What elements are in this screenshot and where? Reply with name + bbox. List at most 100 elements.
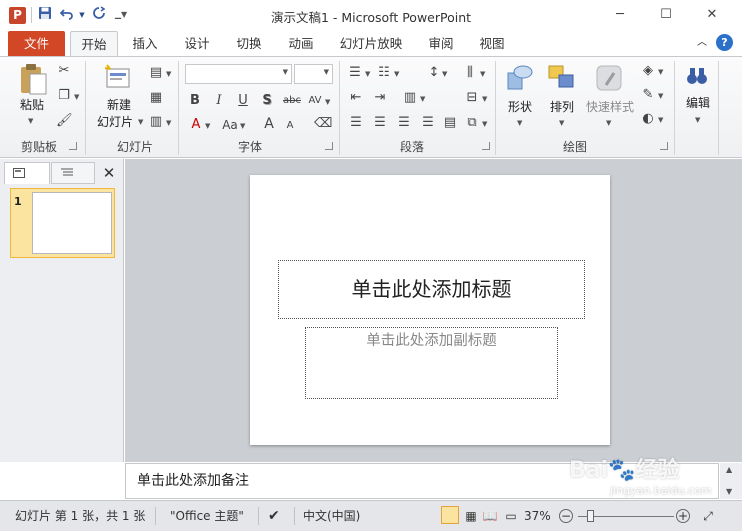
text-shadow-button[interactable]: S: [260, 93, 274, 109]
help-icon[interactable]: ?: [716, 34, 733, 51]
zoom-slider-handle[interactable]: [587, 510, 594, 522]
editing-button[interactable]: 编辑: [678, 96, 718, 111]
bullets-dropdown-icon[interactable]: ▼: [365, 70, 370, 78]
line-spacing-icon[interactable]: ↕: [426, 65, 442, 81]
line-spacing-dropdown-icon[interactable]: ▼: [442, 70, 447, 78]
reading-view-icon[interactable]: 📖: [482, 506, 498, 526]
close-button[interactable]: ✕: [689, 0, 735, 30]
scroll-up-icon[interactable]: ▲: [726, 465, 732, 474]
font-color-button[interactable]: A: [189, 117, 203, 133]
arrange-button[interactable]: 排列: [542, 100, 582, 115]
section-dropdown-icon[interactable]: ▼: [166, 119, 171, 127]
shape-fill-icon[interactable]: ◈: [640, 63, 656, 79]
quick-styles-dropdown-icon[interactable]: ▼: [606, 119, 611, 127]
columns-dropdown-icon[interactable]: ▼: [420, 95, 425, 103]
new-slide-label-1[interactable]: 新建: [97, 98, 141, 113]
minimize-button[interactable]: ─: [597, 0, 643, 30]
align-text-icon[interactable]: ⊟: [464, 90, 480, 106]
numbering-dropdown-icon[interactable]: ▼: [394, 70, 399, 78]
shape-outline-dropdown-icon[interactable]: ▼: [658, 92, 663, 100]
arrange-icon[interactable]: [547, 63, 577, 95]
zoom-level[interactable]: 37%: [524, 506, 551, 526]
align-left-icon[interactable]: ☰: [348, 115, 364, 131]
paragraph-launcher-icon[interactable]: [482, 142, 490, 150]
paste-dropdown-icon[interactable]: ▼: [28, 117, 33, 125]
section-icon[interactable]: ▥: [148, 114, 164, 130]
character-spacing-button[interactable]: AV: [306, 93, 324, 109]
close-pane-icon[interactable]: ✕: [96, 162, 122, 184]
layout-icon[interactable]: ▤: [148, 65, 164, 81]
tab-home[interactable]: 开始: [70, 31, 118, 56]
subtitle-placeholder[interactable]: 单击此处添加副标题: [305, 327, 558, 399]
paste-button[interactable]: 粘贴: [12, 98, 52, 113]
shape-effects-dropdown-icon[interactable]: ▼: [658, 116, 663, 124]
font-launcher-icon[interactable]: [325, 142, 333, 150]
vertical-scrollbar[interactable]: ▲ ▼: [720, 463, 742, 499]
decrease-indent-icon[interactable]: ⇤: [348, 90, 364, 106]
font-color-dropdown-icon[interactable]: ▼: [205, 122, 210, 130]
fit-to-window-icon[interactable]: ⤢: [700, 506, 716, 526]
paste-icon[interactable]: [18, 62, 48, 96]
clipboard-launcher-icon[interactable]: [69, 142, 77, 150]
text-direction-icon[interactable]: ⫼: [462, 65, 478, 81]
quick-styles-icon[interactable]: [594, 63, 624, 95]
italic-button[interactable]: I: [212, 93, 226, 109]
format-painter-icon[interactable]: 🖌: [56, 113, 73, 129]
smartart-dropdown-icon[interactable]: ▼: [482, 120, 487, 128]
new-slide-label-2[interactable]: 幻灯片: [92, 115, 138, 130]
font-size-select[interactable]: ▼: [294, 64, 333, 84]
zoom-in-icon[interactable]: +: [676, 509, 690, 523]
font-name-select[interactable]: ▼: [185, 64, 292, 84]
increase-indent-icon[interactable]: ⇥: [372, 90, 388, 106]
smartart-icon[interactable]: ⧉: [464, 115, 480, 131]
quick-styles-button[interactable]: 快速样式: [580, 100, 640, 115]
copy-icon[interactable]: ❐: [56, 88, 72, 104]
tab-design[interactable]: 设计: [173, 31, 221, 56]
title-placeholder[interactable]: 单击此处添加标题: [278, 260, 585, 319]
scroll-down-icon[interactable]: ▼: [726, 487, 732, 496]
tab-animations[interactable]: 动画: [278, 31, 324, 56]
shrink-font-button[interactable]: A: [284, 118, 296, 134]
binoculars-icon[interactable]: [686, 65, 708, 87]
align-right-icon[interactable]: ☰: [396, 115, 412, 131]
shapes-dropdown-icon[interactable]: ▼: [517, 119, 522, 127]
tab-slides-view[interactable]: [4, 162, 50, 184]
strikethrough-button[interactable]: abc: [282, 93, 302, 109]
grow-font-button[interactable]: A: [262, 116, 276, 132]
text-direction-dropdown-icon[interactable]: ▼: [480, 70, 485, 78]
tab-slideshow[interactable]: 幻灯片放映: [333, 31, 409, 56]
tab-insert[interactable]: 插入: [122, 31, 168, 56]
layout-dropdown-icon[interactable]: ▼: [166, 70, 171, 78]
case-dropdown-icon[interactable]: ▼: [240, 122, 245, 130]
align-text-dropdown-icon[interactable]: ▼: [482, 95, 487, 103]
bullets-icon[interactable]: ☰: [347, 65, 363, 81]
tab-transitions[interactable]: 切换: [226, 31, 272, 56]
new-slide-icon[interactable]: [103, 63, 133, 93]
bold-button[interactable]: B: [188, 93, 202, 109]
numbering-icon[interactable]: ☷: [376, 65, 392, 81]
shape-effects-icon[interactable]: ◐: [640, 111, 656, 127]
font-name-dropdown-icon[interactable]: ▼: [283, 68, 288, 76]
shape-outline-icon[interactable]: ✎: [640, 87, 656, 103]
slide-thumbnail[interactable]: [32, 192, 112, 254]
zoom-out-icon[interactable]: −: [559, 509, 573, 523]
tab-outline-view[interactable]: [51, 162, 95, 184]
copy-dropdown-icon[interactable]: ▼: [74, 93, 79, 101]
distributed-icon[interactable]: ▤: [442, 115, 458, 131]
normal-view-icon[interactable]: [441, 506, 459, 524]
tab-view[interactable]: 视图: [469, 31, 515, 56]
theme-status[interactable]: "Office 主题": [170, 506, 244, 526]
editing-dropdown-icon[interactable]: ▼: [695, 116, 700, 124]
reset-slide-icon[interactable]: ▦: [148, 90, 164, 106]
align-center-icon[interactable]: ☰: [372, 115, 388, 131]
arrange-dropdown-icon[interactable]: ▼: [559, 119, 564, 127]
justify-icon[interactable]: ☰: [420, 115, 436, 131]
language-status[interactable]: 中文(中国): [303, 506, 360, 526]
underline-button[interactable]: U: [236, 93, 250, 109]
shapes-button[interactable]: 形状: [500, 100, 540, 115]
change-case-button[interactable]: Aa: [220, 117, 240, 133]
cut-icon[interactable]: ✂: [56, 63, 72, 79]
tab-review[interactable]: 审阅: [418, 31, 464, 56]
slideshow-view-icon[interactable]: ▭: [503, 506, 519, 526]
spacing-dropdown-icon[interactable]: ▼: [325, 98, 330, 106]
